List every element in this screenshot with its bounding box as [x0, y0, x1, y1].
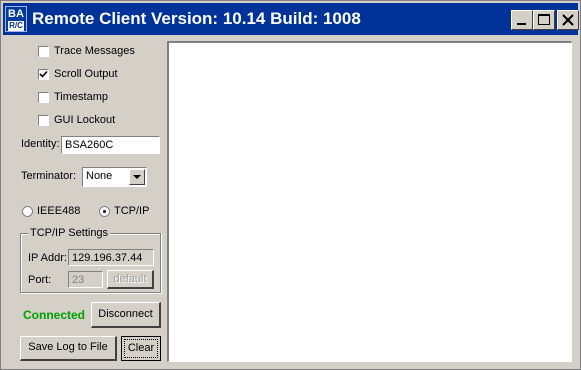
ieee488-option[interactable]: IEEE488	[22, 203, 80, 219]
disconnect-button[interactable]: Disconnect	[91, 302, 161, 328]
connection-status: Connected	[23, 308, 86, 322]
terminator-selected-value: None	[86, 170, 113, 182]
tcpip-settings-title: TCP/IP Settings	[28, 227, 111, 239]
scroll-output-checkbox[interactable]	[38, 68, 49, 80]
chevron-down-icon	[133, 175, 141, 179]
scroll-output-label: Scroll Output	[54, 68, 118, 81]
clear-button[interactable]: Clear	[121, 336, 161, 361]
maximize-icon	[538, 14, 550, 25]
gui-lockout-option[interactable]: GUI Lockout	[38, 112, 115, 128]
window-title: Remote Client Version: 10.14 Build: 1008	[32, 9, 361, 28]
output-log-area[interactable]	[167, 41, 572, 362]
gui-lockout-checkbox[interactable]	[38, 114, 49, 126]
close-icon	[562, 14, 574, 26]
identity-label: Identity:	[21, 138, 60, 150]
scroll-output-option[interactable]: Scroll Output	[38, 66, 118, 82]
port-field[interactable]: 23	[68, 271, 103, 288]
ip-address-field[interactable]: 129.196.37.44	[68, 249, 154, 266]
port-label: Port:	[28, 274, 52, 286]
dropdown-arrow-button[interactable]	[129, 169, 145, 185]
timestamp-option[interactable]: Timestamp	[38, 89, 108, 105]
save-log-button[interactable]: Save Log to File	[20, 336, 117, 361]
gui-lockout-label: GUI Lockout	[54, 114, 116, 127]
minimize-icon	[517, 23, 526, 25]
identity-field[interactable]: BSA260C	[61, 136, 160, 154]
close-button[interactable]	[557, 10, 579, 30]
default-port-button[interactable]: default	[107, 270, 154, 289]
trace-messages-label: Trace Messages	[54, 45, 135, 58]
minimize-button[interactable]	[511, 10, 533, 30]
tcpip-radio[interactable]	[99, 205, 110, 217]
trace-messages-option[interactable]: Trace Messages	[38, 43, 135, 59]
timestamp-checkbox[interactable]	[38, 91, 49, 103]
ieee488-label: IEEE488	[37, 205, 81, 217]
tcpip-option[interactable]: TCP/IP	[99, 203, 149, 219]
checkmark-icon	[39, 70, 48, 78]
ip-address-label: IP Addr:	[28, 252, 67, 264]
app-window: BA R/C Remote Client Version: 10.14 Buil…	[0, 0, 581, 370]
tcpip-label: TCP/IP	[114, 205, 150, 217]
timestamp-label: Timestamp	[54, 91, 108, 104]
app-logo-icon: BA R/C	[5, 6, 27, 32]
trace-messages-checkbox[interactable]	[38, 45, 49, 57]
title-bar[interactable]: BA R/C Remote Client Version: 10.14 Buil…	[3, 3, 579, 35]
terminator-label: Terminator:	[21, 170, 77, 182]
maximize-button[interactable]	[533, 10, 555, 30]
terminator-select[interactable]: None	[82, 167, 147, 187]
ieee488-radio[interactable]	[22, 205, 33, 217]
